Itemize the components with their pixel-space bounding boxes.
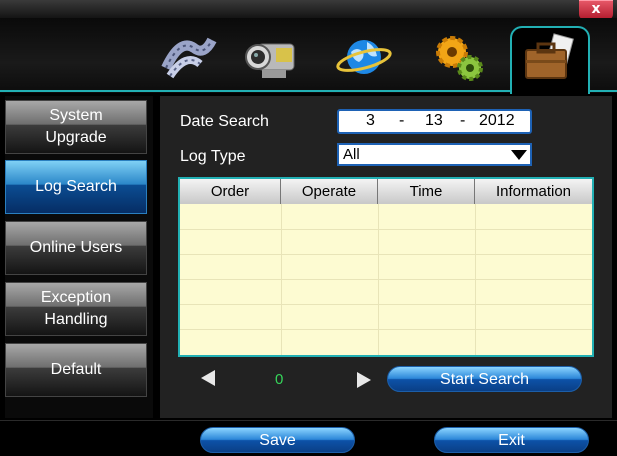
sidebar-item-label: Online Users bbox=[29, 239, 123, 256]
page-number: 0 bbox=[275, 371, 284, 388]
log-type-select[interactable]: All bbox=[337, 143, 532, 166]
table-row bbox=[180, 279, 592, 280]
table-row bbox=[180, 304, 592, 305]
save-button[interactable]: Save bbox=[200, 427, 355, 453]
sidebar-item-exception-handling[interactable]: Exception Handling bbox=[5, 282, 147, 336]
sidebar-item-label: Log Search bbox=[35, 178, 117, 195]
chevron-down-icon[interactable] bbox=[511, 150, 527, 160]
close-icon: x bbox=[591, 1, 601, 17]
title-bar bbox=[0, 0, 617, 18]
log-type-label: Log Type bbox=[180, 148, 246, 165]
date-month[interactable]: 13 bbox=[425, 112, 443, 130]
date-search-label: Date Search bbox=[180, 113, 269, 130]
column-header-information[interactable]: Information bbox=[475, 179, 592, 204]
column-header-time[interactable]: Time bbox=[378, 179, 475, 204]
column-header-operate[interactable]: Operate bbox=[281, 179, 378, 204]
network-globe-icon[interactable] bbox=[335, 28, 393, 86]
settings-gears-icon[interactable] bbox=[428, 28, 486, 86]
table-row bbox=[180, 229, 592, 230]
sidebar-item-online-users[interactable]: Online Users bbox=[5, 221, 147, 275]
sidebar-item-default[interactable]: Default bbox=[5, 343, 147, 397]
playback-film-icon[interactable] bbox=[160, 28, 218, 86]
date-search-field[interactable]: 3 - 13 - 2012 bbox=[337, 109, 532, 134]
exit-button[interactable]: Exit bbox=[434, 427, 589, 453]
log-table: Order Operate Time Information bbox=[178, 177, 594, 357]
table-header: Order Operate Time Information bbox=[180, 179, 592, 204]
sidebar-item-system-upgrade[interactable]: System Upgrade bbox=[5, 100, 147, 154]
prev-page-icon[interactable] bbox=[201, 370, 215, 386]
date-year[interactable]: 2012 bbox=[479, 112, 515, 130]
date-separator: - bbox=[460, 112, 466, 129]
sidebar-item-label: Exception Handling bbox=[40, 289, 112, 328]
sidebar-item-label: Default bbox=[50, 361, 102, 378]
bottom-divider bbox=[0, 420, 617, 421]
table-row bbox=[180, 329, 592, 330]
camera-record-icon[interactable] bbox=[244, 28, 302, 86]
toolbox-management-icon[interactable] bbox=[520, 28, 578, 86]
start-search-button[interactable]: Start Search bbox=[387, 366, 582, 392]
log-search-window: x System Upgrade Log Search Online Users… bbox=[0, 0, 617, 456]
date-day[interactable]: 3 bbox=[366, 112, 375, 130]
sidebar-item-log-search[interactable]: Log Search bbox=[5, 160, 147, 214]
sidebar-item-label: System Upgrade bbox=[45, 107, 107, 146]
date-separator: - bbox=[399, 112, 405, 129]
close-button[interactable]: x bbox=[579, 0, 613, 20]
column-header-order[interactable]: Order bbox=[180, 179, 281, 204]
table-row bbox=[180, 254, 592, 255]
log-type-value: All bbox=[343, 146, 360, 163]
next-page-icon[interactable] bbox=[357, 372, 371, 388]
